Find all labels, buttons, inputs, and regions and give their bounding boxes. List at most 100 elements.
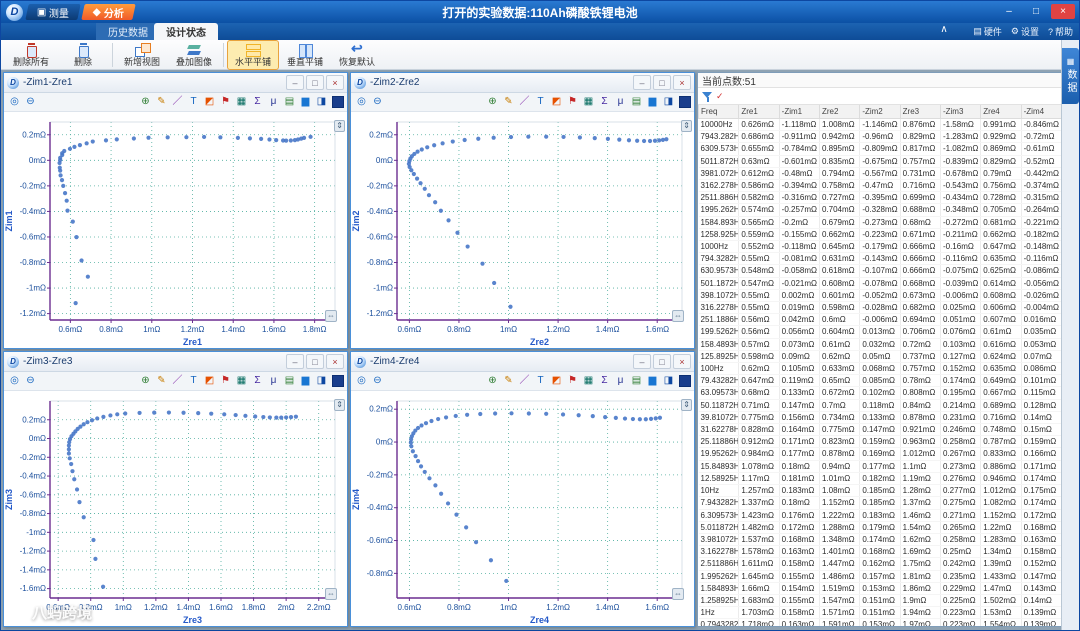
table-row[interactable]: 1Hz 1.703mΩ 0.158mΩ 1.571mΩ 0.151mΩ 1.94mΩ 0.2… [698,606,1062,620]
tab-analysis[interactable]: ◆ 分析 [81,4,136,20]
table-row[interactable]: 15.84893Hz1.078mΩ0.18mΩ0.94mΩ0.177mΩ1.1m… [698,460,1062,473]
delete-all-button[interactable]: 删除所有 [5,40,57,70]
x-pan-chip[interactable]: ⇔ [325,588,337,600]
grid-view-icon[interactable]: ▦ [581,374,596,388]
table-row[interactable]: 1000Hz 0.552mΩ -0.118mΩ 0.645mΩ -0.179mΩ 0.66… [698,240,1062,254]
pan-icon[interactable]: ◎ [7,95,22,109]
pan-icon[interactable]: ◎ [354,95,369,109]
chart-canvas[interactable]: 0.6mΩ 0.8mΩ 1mΩ 1.2mΩ 1.4mΩ 1.6mΩ 1.8mΩ 2mΩ 2.2m… [4,391,347,626]
table-row[interactable]: 1584.893Hz0.565mΩ-0.2mΩ0.679mΩ-0.273mΩ0.… [698,216,1062,229]
text-label-icon[interactable]: T [186,95,201,109]
table-row[interactable]: 3162.278Hz0.586mΩ-0.394mΩ0.758mΩ-0.47mΩ0… [698,179,1062,193]
mean-stats-icon[interactable]: μ [613,374,628,388]
restore-default-button[interactable]: 恢复默认 [331,40,383,70]
sigma-stats-icon[interactable]: Σ [250,374,265,388]
table-row[interactable]: 1995.262Hz0.574mΩ-0.257mΩ0.704mΩ-0.328mΩ… [698,203,1062,217]
minimize-icon[interactable]: – [286,75,304,90]
text-label-icon[interactable]: T [186,374,201,388]
table-row[interactable]: 5.011872Hz 1.482mΩ 0.172mΩ 1.288mΩ 0.179mΩ 1.… [698,521,1062,534]
window-titlebar[interactable]: D -Zim4-Zre4 – □ × [351,352,694,372]
maximize-icon[interactable]: □ [306,75,324,90]
tile-horizontal-button[interactable]: 水平平铺 [227,39,279,70]
table-row[interactable]: 501.1872Hz0.547mΩ-0.021mΩ0.608mΩ-0.078mΩ… [698,277,1062,290]
filter-funnel-icon[interactable] [702,91,713,102]
y-pan-chip[interactable]: ⇕ [334,120,345,132]
table-row[interactable]: 794.3282Hz0.55mΩ-0.081mΩ0.631mΩ-0.143mΩ0… [698,252,1062,266]
bar-chart-icon[interactable]: ▆ [298,374,313,388]
zoom-in-icon[interactable]: ⊕ [485,374,500,388]
window-titlebar[interactable]: D -Zim1-Zre1 – □ × [4,73,347,93]
save-icon[interactable]: ◨ [314,374,329,388]
column-header[interactable]: -Zim2 [859,105,901,119]
table-row[interactable]: 1.258925Hz1.683mΩ0.155mΩ1.547mΩ0.151mΩ1.… [698,594,1062,608]
table-row[interactable]: 50.11872Hz 0.71mΩ 0.147mΩ 0.7mΩ 0.118mΩ 0.84m… [698,399,1062,412]
impedance-data-table[interactable]: Freq Zre1 -Zim1 Zre2 -Zim2 Zre3 -Zim3 Zre4 -Zim4… [698,105,1062,626]
collapse-ribbon-icon[interactable]: ∧ [937,24,951,35]
table-row[interactable]: 6309.573Hz0.655mΩ-0.784mΩ0.895mΩ-0.809mΩ… [698,142,1062,156]
table-row[interactable]: 2.511886Hz 1.611mΩ 0.158mΩ 1.447mΩ 0.162mΩ 1.… [698,557,1062,571]
chart-canvas[interactable]: 0.6mΩ 0.8mΩ 1mΩ 1.2mΩ 1.4mΩ 1.6mΩ 0.2mΩ 0mΩ -0.2… [351,391,694,626]
save-icon[interactable]: ◨ [661,374,676,388]
pan-icon[interactable]: ◎ [7,374,22,388]
settings-button[interactable]: ⚙ 设置 [1011,25,1039,38]
minimize-icon[interactable]: – [633,75,651,90]
table-row[interactable]: 25.11886Hz 0.912mΩ 0.171mΩ 0.823mΩ 0.159mΩ 0.… [698,435,1062,449]
series-legend-swatch[interactable] [332,96,344,108]
minimize-icon[interactable]: – [633,354,651,369]
ruler-icon[interactable]: ／ [517,95,532,109]
hardware-button[interactable]: ▤ 硬件 [973,25,1002,38]
x-pan-chip[interactable]: ⇔ [672,588,684,600]
zoom-window-icon[interactable]: ⊖ [23,95,38,109]
tile-vertical-button[interactable]: 垂直平铺 [279,40,331,70]
maximize-icon[interactable]: □ [653,75,671,90]
marker-flag-icon[interactable]: ⚑ [218,374,233,388]
pen-icon[interactable]: ✎ [154,95,169,109]
table-row[interactable]: 630.9573Hz0.548mΩ-0.058mΩ0.618mΩ-0.107mΩ… [698,264,1062,278]
chart-canvas[interactable]: 0.6mΩ 0.8mΩ 1mΩ 1.2mΩ 1.4mΩ 1.6mΩ 0.2mΩ 0mΩ -0.2… [351,112,694,348]
nyquist-plot[interactable]: 0.6mΩ 0.8mΩ 1mΩ 1.2mΩ 1.4mΩ 1.6mΩ 0.2mΩ 0mΩ -0.2… [351,112,694,348]
ruler-icon[interactable]: ／ [170,95,185,109]
table-row[interactable]: 6.309573Hz1.423mΩ0.176mΩ1.222mΩ0.183mΩ1.… [698,509,1062,522]
table-row[interactable]: 31.62278Hz0.828mΩ0.164mΩ0.775mΩ0.147mΩ0.… [698,423,1062,437]
text-label-icon[interactable]: T [533,95,548,109]
column-header[interactable]: Zre4 [980,105,1022,119]
close-icon[interactable]: × [326,75,344,90]
chart-canvas[interactable]: 0.6mΩ 0.8mΩ 1mΩ 1.2mΩ 1.4mΩ 1.6mΩ 1.8mΩ 0.2mΩ 0m… [4,112,347,348]
column-header[interactable]: -Zim1 [778,105,820,119]
pen-icon[interactable]: ✎ [501,374,516,388]
sigma-stats-icon[interactable]: Σ [597,95,612,109]
grid-view-icon[interactable]: ▦ [234,374,249,388]
table-row[interactable]: 158.4893Hz0.57mΩ0.073mΩ0.61mΩ0.032mΩ0.72… [698,338,1062,351]
minimize-icon[interactable]: – [997,4,1021,19]
table-row[interactable]: 39.81072Hz0.775mΩ0.156mΩ0.734mΩ0.133mΩ0.… [698,411,1062,425]
table-row[interactable]: 2511.886Hz 0.582mΩ -0.316mΩ 0.727mΩ -0.395mΩ… [698,191,1062,205]
data-sheet-icon[interactable]: ▤ [282,95,297,109]
column-header[interactable]: Zre3 [899,105,941,119]
table-row[interactable]: 7943.282Hz0.686mΩ-0.911mΩ0.942mΩ-0.96mΩ0… [698,130,1062,144]
maximize-icon[interactable]: □ [653,354,671,369]
zoom-in-icon[interactable]: ⊕ [138,374,153,388]
close-icon[interactable]: × [673,75,691,90]
table-row[interactable]: 19.95262Hz0.984mΩ0.177mΩ0.878mΩ0.169mΩ1.… [698,447,1062,461]
mean-stats-icon[interactable]: μ [613,95,628,109]
ruler-icon[interactable]: ／ [517,374,532,388]
table-row[interactable]: 7.943282Hz1.337mΩ0.18mΩ1.152mΩ0.185mΩ1.3… [698,496,1062,510]
save-icon[interactable]: ◨ [661,95,676,109]
sigma-stats-icon[interactable]: Σ [597,374,612,388]
table-row[interactable]: 398.1072Hz0.55mΩ0.002mΩ0.601mΩ-0.052mΩ0.… [698,289,1062,303]
table-row[interactable]: 12.58925Hz1.17mΩ0.181mΩ1.01mΩ0.182mΩ1.19… [698,472,1062,486]
minimize-icon[interactable]: – [286,354,304,369]
maximize-icon[interactable]: □ [306,354,324,369]
delete-button[interactable]: 删除 [57,40,109,70]
palette-icon[interactable]: ◩ [549,95,564,109]
overlay-images-button[interactable]: 叠加图像 [168,40,220,70]
table-row[interactable]: 199.5262Hz0.56mΩ0.056mΩ0.604mΩ0.013mΩ0.7… [698,325,1062,339]
zoom-in-icon[interactable]: ⊕ [485,95,500,109]
nyquist-plot[interactable]: 0.6mΩ 0.8mΩ 1mΩ 1.2mΩ 1.4mΩ 1.6mΩ 0.2mΩ 0mΩ -0.2… [351,391,694,626]
bar-chart-icon[interactable]: ▆ [645,95,660,109]
table-row[interactable]: 5011.872Hz 0.63mΩ -0.601mΩ 0.835mΩ -0.675mΩ 0… [698,155,1062,168]
table-row[interactable]: 3981.072Hz0.612mΩ-0.48mΩ0.794mΩ-0.567mΩ0… [698,167,1062,181]
table-row[interactable]: 10Hz 1.257mΩ 0.183mΩ 1.08mΩ 0.185mΩ 1.28mΩ 0.2… [698,484,1062,498]
pen-icon[interactable]: ✎ [154,374,169,388]
close-icon[interactable]: × [673,354,691,369]
